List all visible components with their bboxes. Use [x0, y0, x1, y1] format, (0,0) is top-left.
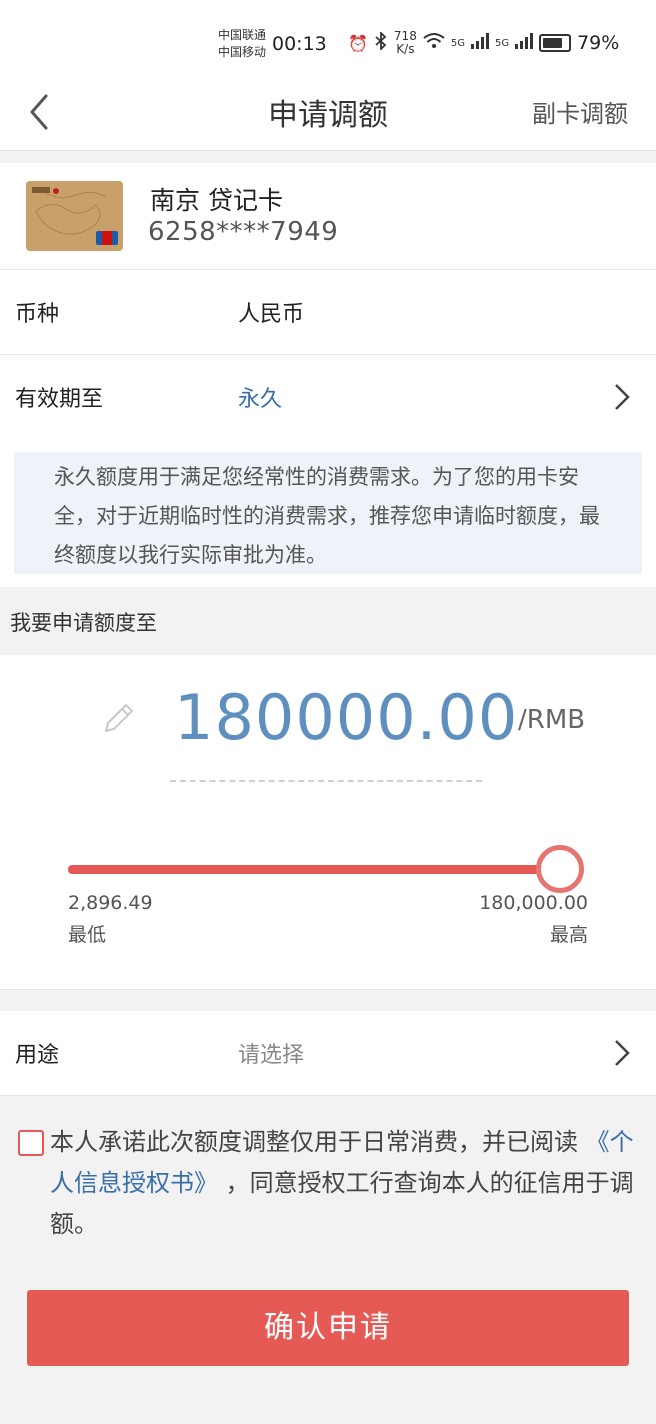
network-speed: 718 K/s [393, 29, 417, 56]
agreement-text-before: 本人承诺此次额度调整仅用于日常消费，并已阅读 [50, 1128, 586, 1156]
slider-min-value: 2,896.49 [68, 892, 153, 914]
battery-fill [543, 38, 563, 48]
amount-slider-handle[interactable] [536, 845, 584, 893]
usage-label: 用途 [15, 1043, 60, 1068]
usage-row[interactable]: 用途 请选择 [0, 1011, 656, 1096]
signal-icon [515, 33, 534, 53]
wifi-icon [423, 32, 445, 54]
slider-min-label: 最低 [68, 924, 107, 946]
amount-underline [170, 780, 482, 782]
signal-1-label: 5G [450, 37, 465, 49]
amount-input[interactable]: 180000.00 [174, 681, 518, 754]
card-info-row: 南京 贷记卡 6258****7949 [0, 163, 656, 270]
alarm-icon: ⏰ [348, 33, 368, 53]
carrier-2: 中国移动 [218, 45, 267, 59]
signal-icon [470, 33, 489, 53]
section-title: 我要申请额度至 [10, 611, 157, 635]
credit-card-image [26, 181, 123, 251]
slider-max-value: 180,000.00 [479, 892, 588, 914]
bluetooth-icon [374, 30, 388, 54]
battery-icon [539, 34, 572, 52]
chevron-right-icon [614, 1039, 630, 1067]
status-icons: ⏰ 718 K/s 5G 5G 79% [348, 30, 619, 56]
signal-2-label: 5G [494, 37, 510, 49]
validity-label: 有效期至 [15, 387, 104, 412]
validity-row[interactable]: 有效期至 永久 [0, 355, 656, 439]
validity-value: 永久 [238, 387, 283, 412]
carrier-1: 中国联通 [218, 28, 267, 42]
slider-max-label: 最高 [549, 924, 588, 946]
agreement-checkbox[interactable] [18, 1130, 44, 1156]
card-name: 南京 贷记卡 [150, 186, 283, 215]
currency-label: 币种 [15, 302, 60, 327]
amount-unit: /RMB [518, 705, 586, 735]
notice-text: 永久额度用于满足您经常性的消费需求。为了您的用卡安全，对于近期临时性的消费需求，… [54, 465, 600, 567]
battery-percent: 79% [577, 32, 620, 54]
card-number: 6258****7949 [148, 217, 339, 247]
currency-value: 人民币 [238, 302, 305, 327]
carrier-names: 中国联通 中国移动 [218, 27, 266, 61]
usage-select[interactable]: 请选择 [238, 1037, 304, 1069]
agreement-text: 本人承诺此次额度调整仅用于日常消费，并已阅读 《个人信息授权书》 ，同意授权工行… [50, 1122, 640, 1245]
app-header: 申请调额 副卡调额 [0, 70, 656, 151]
pencil-icon[interactable] [100, 699, 138, 737]
currency-row: 币种 人民币 [0, 270, 656, 355]
secondary-card-adjust-button[interactable]: 副卡调额 [532, 94, 628, 129]
amount-slider-track[interactable] [68, 865, 560, 874]
notice-container: 永久额度用于满足您经常性的消费需求。为了您的用卡安全，对于近期临时性的消费需求，… [0, 439, 656, 587]
amount-panel: 180000.00 /RMB 2,896.49 最低 180,000.00 最高 [0, 655, 656, 990]
chevron-right-icon [614, 383, 630, 411]
clock: 00:13 [272, 33, 327, 55]
notice-box: 永久额度用于满足您经常性的消费需求。为了您的用卡安全，对于近期临时性的消费需求，… [14, 452, 642, 574]
confirm-apply-button[interactable]: 确认申请 [27, 1290, 629, 1366]
